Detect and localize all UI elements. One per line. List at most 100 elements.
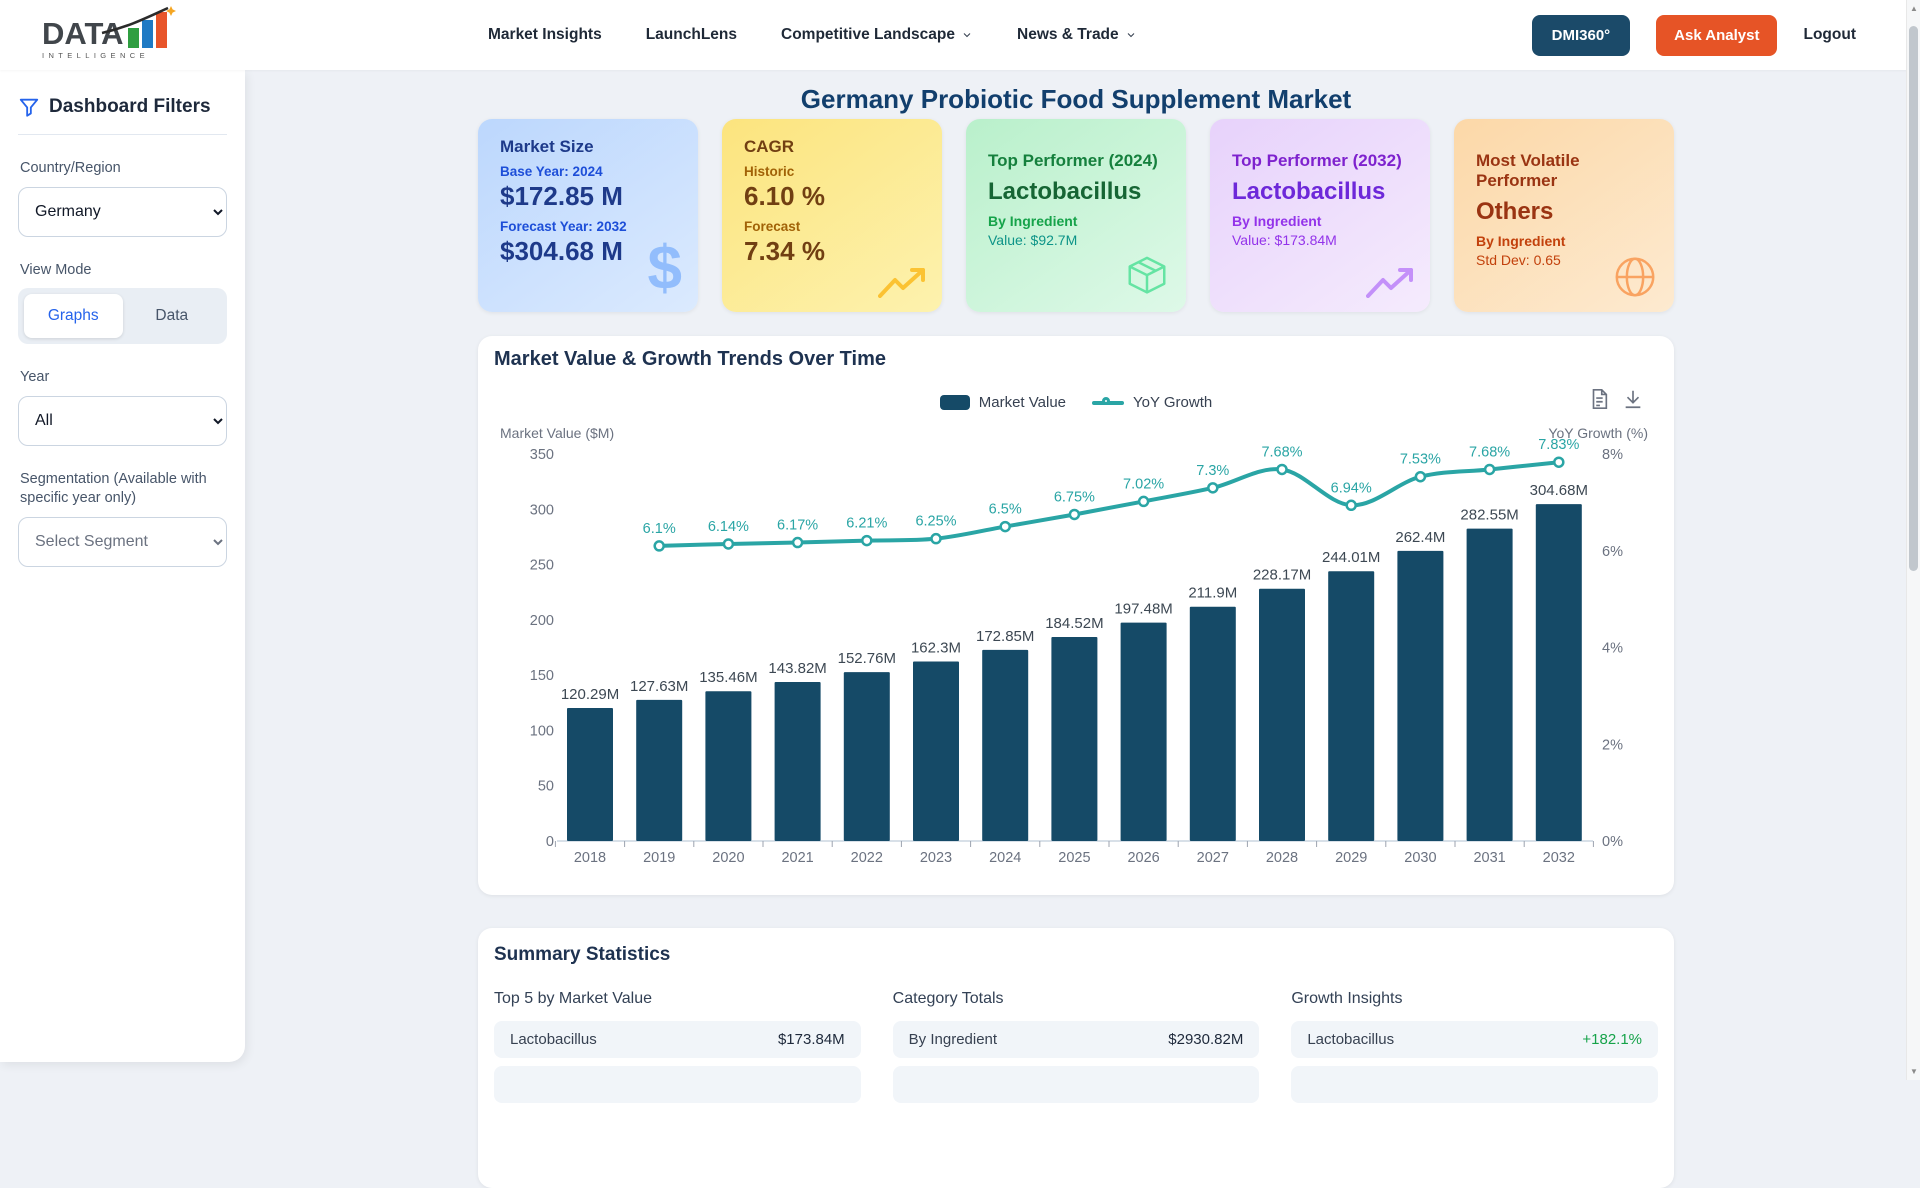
year-label: Year [20,368,227,388]
svg-text:2026: 2026 [1127,850,1159,866]
segmentation-label: Segmentation (Available with specific ye… [20,470,227,509]
card-title: Market Size [500,137,676,157]
legend-yoy-growth[interactable]: YoY Growth [1092,394,1212,411]
svg-text:262.4M: 262.4M [1395,529,1445,546]
view-mode-graphs-button[interactable]: Graphs [24,294,123,338]
summary-row: Lactobacillus $173.84M [494,1021,861,1058]
svg-text:7.02%: 7.02% [1123,476,1164,492]
summary-row [494,1066,861,1103]
svg-text:150: 150 [530,668,554,684]
nav-actions: DMI360° Ask Analyst Logout [1532,15,1856,56]
country-region-select[interactable]: Germany [18,187,227,237]
top-navigation: DATA INTELLIGENCE Market Insights Launch… [0,0,1920,70]
view-mode-label: View Mode [20,261,227,281]
summary-col-category-totals: Category Totals By Ingredient $2930.82M [893,990,1260,1103]
legend-market-value[interactable]: Market Value [940,394,1066,411]
package-icon [1124,254,1170,300]
nav-link-launchlens[interactable]: LaunchLens [646,26,737,44]
nav-link-news-trade[interactable]: News & Trade [1017,26,1137,44]
svg-text:350: 350 [530,447,554,463]
card-label: Forecast Year: 2032 [500,219,676,234]
svg-text:152.76M: 152.76M [838,650,896,667]
svg-text:6.21%: 6.21% [846,516,887,532]
market-trends-chart-card: Market Value & Growth Trends Over Time M… [478,336,1674,895]
year-select[interactable]: All [18,396,227,446]
scroll-down-arrow[interactable]: ▼ [1909,1067,1919,1076]
svg-text:6%: 6% [1602,544,1623,560]
country-region-label: Country/Region [20,159,227,179]
view-mode-toggle: Graphs Data [18,288,227,344]
stat-cards-row: Market Size Base Year: 2024 $172.85 M Fo… [478,119,1674,312]
logout-button[interactable]: Logout [1803,26,1856,44]
summary-row: By Ingredient $2930.82M [893,1021,1260,1058]
card-sub: By Ingredient [1476,233,1652,249]
chart-toolbar [1588,388,1644,410]
svg-text:6.1%: 6.1% [643,521,676,537]
chart-title: Market Value & Growth Trends Over Time [494,348,886,371]
summary-title: Summary Statistics [494,944,1658,966]
summary-statistics-card: Summary Statistics Top 5 by Market Value… [478,928,1674,1188]
chevron-down-icon [1125,29,1137,41]
ask-analyst-button[interactable]: Ask Analyst [1656,15,1777,56]
line-swatch-icon [1092,401,1124,405]
svg-text:162.3M: 162.3M [911,640,961,657]
svg-text:211.9M: 211.9M [1188,585,1237,602]
card-value: 7.34 % [744,236,920,267]
top-performer-2024-card: Top Performer (2024) Lactobacillus By In… [966,119,1186,312]
card-title: Most Volatile Performer [1476,151,1652,191]
svg-text:135.46M: 135.46M [699,669,757,686]
scroll-up-arrow[interactable]: ▲ [1909,4,1919,13]
nav-link-competitive-landscape[interactable]: Competitive Landscape [781,26,973,44]
card-label: Historic [744,164,920,179]
card-title: CAGR [744,137,920,157]
most-volatile-card: Most Volatile Performer Others By Ingred… [1454,119,1674,312]
report-icon[interactable] [1588,388,1610,410]
svg-text:244.01M: 244.01M [1322,549,1380,566]
svg-text:200: 200 [530,613,554,629]
data-intelligence-logo-icon: DATA INTELLIGENCE [40,5,190,61]
page-scrollbar: ▲ ▼ [1906,0,1920,1080]
nav-link-market-insights[interactable]: Market Insights [488,26,602,44]
summary-row [893,1066,1260,1103]
nav-links: Market Insights LaunchLens Competitive L… [488,26,1137,44]
svg-text:2025: 2025 [1058,850,1090,866]
view-mode-data-button[interactable]: Data [123,294,222,338]
summary-row: Lactobacillus +182.1% [1291,1021,1658,1058]
svg-text:2019: 2019 [643,850,675,866]
svg-text:300: 300 [530,502,554,518]
svg-text:7.53%: 7.53% [1400,452,1441,468]
card-sub: By Ingredient [1232,213,1408,229]
sidebar-header: Dashboard Filters [18,96,227,135]
sidebar-title: Dashboard Filters [49,96,211,118]
market-size-card: Market Size Base Year: 2024 $172.85 M Fo… [478,119,698,312]
download-icon[interactable] [1622,388,1644,410]
card-detail: Value: $92.7M [988,232,1164,248]
svg-text:50: 50 [538,779,554,795]
card-label: Base Year: 2024 [500,164,676,179]
svg-text:2023: 2023 [920,850,952,866]
segmentation-select[interactable]: Select Segment [18,517,227,567]
svg-text:172.85M: 172.85M [976,628,1034,645]
dmi360-button[interactable]: DMI360° [1532,15,1631,56]
svg-text:2031: 2031 [1473,850,1505,866]
svg-text:DATA: DATA [42,16,124,51]
card-value: $172.85 M [500,181,676,212]
svg-text:8%: 8% [1602,447,1623,463]
bar-line-chart[interactable]: 0501001502002503003500%2%4%6%8%120.29M12… [490,430,1662,882]
svg-text:2018: 2018 [574,850,606,866]
scrollbar-thumb[interactable] [1909,26,1918,571]
svg-text:143.82M: 143.82M [768,660,826,677]
card-name: Lactobacillus [1232,178,1408,206]
svg-text:7.68%: 7.68% [1469,444,1510,460]
logo[interactable]: DATA INTELLIGENCE [40,5,200,66]
chart-legend: Market Value YoY Growth [478,394,1674,411]
card-label: Forecast [744,219,920,234]
cagr-card: CAGR Historic 6.10 % Forecast 7.34 % [722,119,942,312]
card-title: Top Performer (2032) [1232,151,1408,171]
svg-text:INTELLIGENCE: INTELLIGENCE [42,51,149,60]
trend-up-icon [878,266,926,300]
card-detail: Value: $173.84M [1232,232,1408,248]
summary-columns: Top 5 by Market Value Lactobacillus $173… [494,990,1658,1103]
column-heading: Category Totals [893,990,1260,1008]
card-value: 6.10 % [744,181,920,212]
